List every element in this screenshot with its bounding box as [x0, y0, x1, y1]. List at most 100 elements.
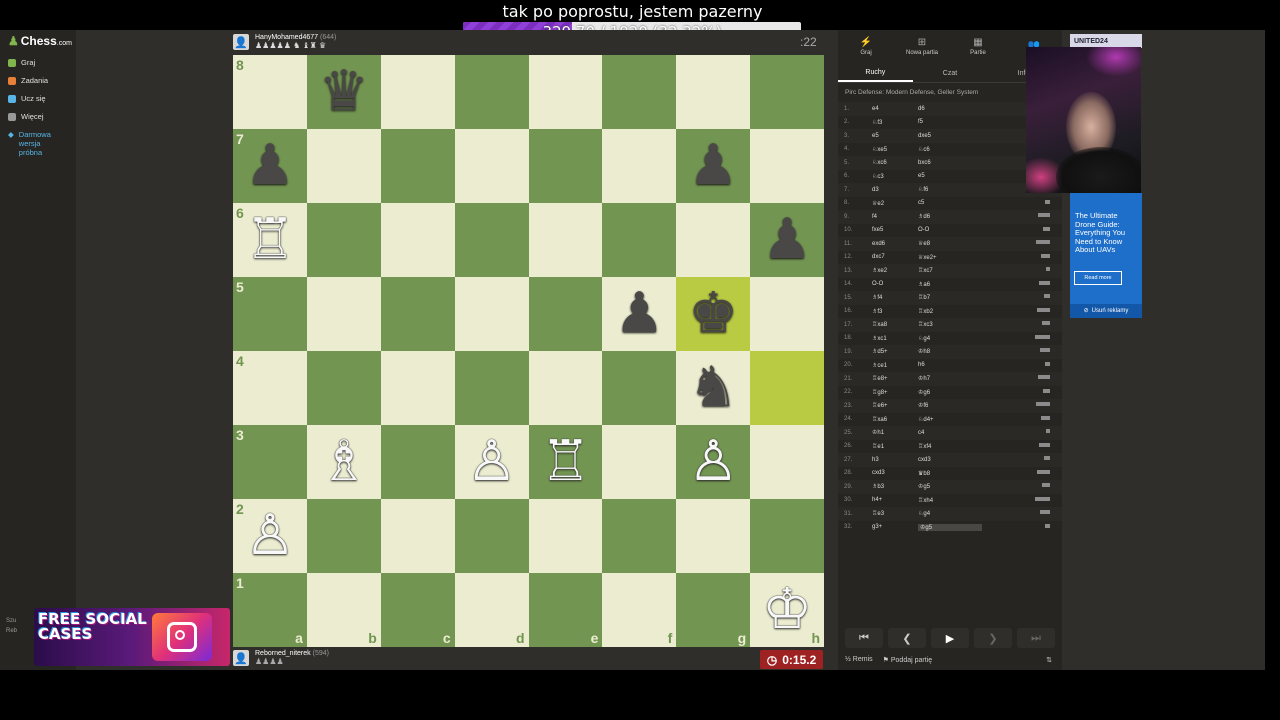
- black-move[interactable]: d6: [918, 106, 978, 112]
- piece-a7[interactable]: ♟: [245, 138, 295, 194]
- white-move[interactable]: ♖g8+: [872, 389, 918, 396]
- square-e6[interactable]: [528, 203, 603, 277]
- panel-tab-0[interactable]: ⚡ Graj: [838, 30, 894, 62]
- white-move[interactable]: ♘f3: [872, 119, 918, 126]
- black-move[interactable]: ♘g4: [918, 335, 978, 342]
- white-move[interactable]: h4+: [872, 497, 918, 503]
- square-b2[interactable]: [306, 499, 381, 573]
- square-c1[interactable]: c: [380, 573, 455, 647]
- black-move[interactable]: ♘c6: [918, 146, 978, 153]
- square-c8[interactable]: [380, 55, 455, 129]
- piece-g4[interactable]: ♞: [688, 360, 738, 416]
- white-move[interactable]: exd6: [872, 241, 918, 247]
- square-g1[interactable]: g: [676, 573, 751, 647]
- white-move[interactable]: ♘xe5: [872, 146, 918, 153]
- square-f6[interactable]: [602, 203, 677, 277]
- white-move[interactable]: ♖e6+: [872, 402, 918, 409]
- profile-label[interactable]: Reb: [6, 626, 17, 636]
- piece-h6[interactable]: ♟: [762, 212, 812, 268]
- square-h4[interactable]: [750, 351, 824, 425]
- square-g3[interactable]: ♙: [676, 425, 751, 499]
- piece-b3[interactable]: ♗: [319, 434, 369, 490]
- black-move[interactable]: ♖xh4: [918, 497, 978, 504]
- piece-g5[interactable]: ♚: [688, 286, 738, 342]
- square-h8[interactable]: [750, 55, 824, 129]
- square-c4[interactable]: [380, 351, 455, 425]
- piece-d3[interactable]: ♙: [466, 434, 516, 490]
- draw-button[interactable]: ½ Remis: [845, 656, 873, 664]
- black-move[interactable]: ♔h8: [918, 348, 978, 355]
- square-f2[interactable]: [602, 499, 677, 573]
- square-e2[interactable]: [528, 499, 603, 573]
- chess-board[interactable]: 8 ♛ 7 ♟ ♟ 6 ♖ ♟ 5 ♟ ♚ 4 ♞ 3 ♗ ♙ ♖ ♙ 2 ♙ 1 a b c d e f g h ♔: [233, 55, 824, 647]
- square-h5[interactable]: [750, 277, 824, 351]
- square-b6[interactable]: [306, 203, 381, 277]
- white-move[interactable]: ♖e1: [872, 443, 918, 450]
- piece-e3[interactable]: ♖: [540, 434, 590, 490]
- black-move[interactable]: e5: [918, 173, 978, 179]
- white-move[interactable]: ♗b3: [872, 483, 918, 490]
- square-e5[interactable]: [528, 277, 603, 351]
- white-move[interactable]: ♗d5+: [872, 348, 918, 355]
- ad-header[interactable]: UNITED24: [1070, 34, 1142, 48]
- black-move[interactable]: h6: [918, 362, 978, 368]
- play-button[interactable]: ▶: [931, 628, 969, 648]
- black-move[interactable]: ♔g6: [918, 389, 978, 396]
- white-move[interactable]: ♔h1: [872, 429, 918, 436]
- black-move[interactable]: ♖xc7: [918, 267, 978, 274]
- square-e1[interactable]: e: [528, 573, 603, 647]
- white-move[interactable]: e4: [872, 106, 918, 112]
- white-move[interactable]: ♗ce1: [872, 362, 918, 369]
- black-move[interactable]: ♔f6: [918, 402, 978, 409]
- square-f5[interactable]: ♟: [602, 277, 677, 351]
- black-move[interactable]: ♛b8: [918, 470, 978, 477]
- white-move[interactable]: cxd3: [872, 470, 918, 476]
- square-d8[interactable]: [454, 55, 529, 129]
- square-b8[interactable]: ♛: [306, 55, 381, 129]
- piece-a2[interactable]: ♙: [245, 508, 295, 564]
- black-move[interactable]: ♗a6: [918, 281, 978, 288]
- remove-ads-button[interactable]: ⊘ Usuń reklamy: [1070, 304, 1142, 318]
- chess-logo[interactable]: ♟ Chess.com: [8, 34, 72, 48]
- square-e7[interactable]: [528, 129, 603, 203]
- square-f1[interactable]: f: [602, 573, 677, 647]
- white-move[interactable]: ♘xc6: [872, 159, 918, 166]
- subtab-0[interactable]: Ruchy: [838, 64, 913, 82]
- black-move[interactable]: cxd3: [918, 457, 978, 463]
- last-move-button[interactable]: ⏭: [1017, 628, 1055, 648]
- sidebar-item-0[interactable]: Graj: [8, 58, 35, 67]
- black-move[interactable]: ♘g4: [918, 510, 978, 517]
- square-h3[interactable]: [750, 425, 824, 499]
- square-h7[interactable]: [750, 129, 824, 203]
- black-move[interactable]: ♖b7: [918, 294, 978, 301]
- sidebar-item-3[interactable]: Więcej: [8, 112, 44, 121]
- white-move[interactable]: d3: [872, 187, 918, 193]
- square-g4[interactable]: ♞: [676, 351, 751, 425]
- black-move[interactable]: ♖xb2: [918, 308, 978, 315]
- white-move[interactable]: g3+: [872, 524, 918, 530]
- square-a5[interactable]: 5: [233, 277, 307, 351]
- white-move[interactable]: ♖e8+: [872, 375, 918, 382]
- square-a4[interactable]: 4: [233, 351, 307, 425]
- player-avatar[interactable]: 👤: [233, 650, 249, 666]
- square-d1[interactable]: d: [454, 573, 529, 647]
- white-move[interactable]: ♘c3: [872, 173, 918, 180]
- sidebar-item-1[interactable]: Zadania: [8, 76, 48, 85]
- square-e3[interactable]: ♖: [528, 425, 603, 499]
- white-move[interactable]: ♕e2: [872, 200, 918, 207]
- white-move[interactable]: O-O: [872, 281, 918, 287]
- white-move[interactable]: h3: [872, 457, 918, 463]
- piece-f5[interactable]: ♟: [614, 286, 664, 342]
- square-g6[interactable]: [676, 203, 751, 277]
- opponent-name[interactable]: HanyMohamed4677: [255, 34, 318, 41]
- opponent-avatar[interactable]: 👤: [233, 34, 249, 50]
- square-d5[interactable]: [454, 277, 529, 351]
- square-g2[interactable]: [676, 499, 751, 573]
- flip-board-icon[interactable]: ⇅: [1046, 656, 1052, 664]
- white-move[interactable]: ♖xa8: [872, 321, 918, 328]
- panel-tab-2[interactable]: ▦ Partie: [950, 30, 1006, 62]
- square-d7[interactable]: [454, 129, 529, 203]
- ad-banner[interactable]: The Ultimate Drone Guide: Everything You…: [1070, 193, 1142, 318]
- square-c7[interactable]: [380, 129, 455, 203]
- white-move[interactable]: dxc7: [872, 254, 918, 260]
